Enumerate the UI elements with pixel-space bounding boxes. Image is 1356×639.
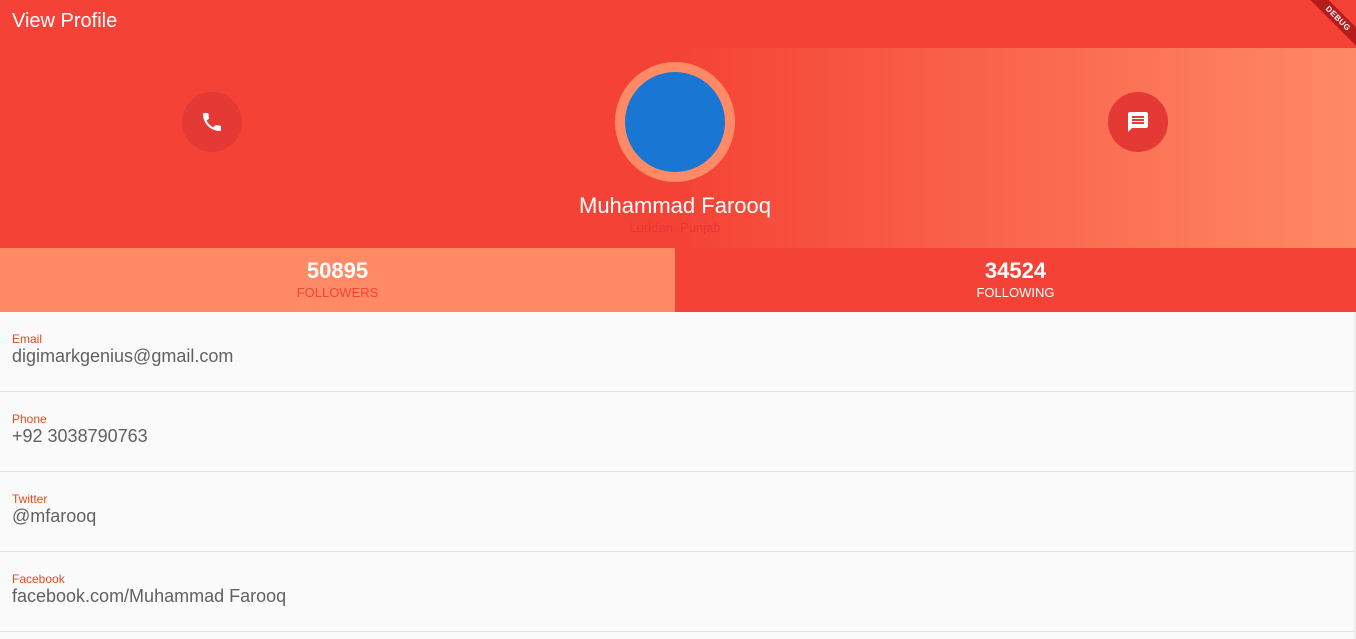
info-label: Email [12,332,43,346]
info-label: Phone [12,412,47,426]
following-label: FOLLOWING [976,285,1055,300]
profile-name: Muhammad Farooq [579,193,771,218]
info-value: @mfarooq [12,506,97,526]
stats-bar: 50895 FOLLOWERS 34524 FOLLOWING [0,248,1356,312]
info-value: facebook.com/Muhammad Farooq [12,586,287,606]
profile-location: Luddan, Punjab [629,220,721,235]
info-item-email[interactable]: Email digimarkgenius@gmail.com [0,312,1354,392]
info-label: Facebook [12,572,65,586]
avatar-ring [615,62,735,182]
info-value: digimarkgenius@gmail.com [12,346,234,366]
info-value: +92 3038790763 [12,426,148,446]
info-label: Twitter [12,492,48,506]
info-item-twitter[interactable]: Twitter @mfarooq [0,472,1354,552]
call-button[interactable] [182,92,242,152]
followers-stat[interactable]: 50895 FOLLOWERS [0,248,675,312]
profile-header: Muhammad Farooq Luddan, Punjab [0,48,1356,248]
message-button[interactable] [1108,92,1168,152]
avatar[interactable] [625,72,725,172]
following-count: 34524 [984,258,1047,283]
message-icon [1128,112,1148,132]
info-item-facebook[interactable]: Facebook facebook.com/Muhammad Farooq [0,552,1354,632]
following-stat[interactable]: 34524 FOLLOWING [675,248,1356,312]
followers-count: 50895 [306,258,369,283]
debug-banner-label: DEBUG [1305,0,1356,52]
phone-icon [203,113,221,131]
page-title: View Profile [12,10,118,32]
followers-label: FOLLOWERS [296,285,379,300]
contact-info-list: Email digimarkgenius@gmail.com Phone +92… [0,312,1354,632]
app-bar: View Profile DEBUG [0,0,1356,52]
info-item-phone[interactable]: Phone +92 3038790763 [0,392,1354,472]
